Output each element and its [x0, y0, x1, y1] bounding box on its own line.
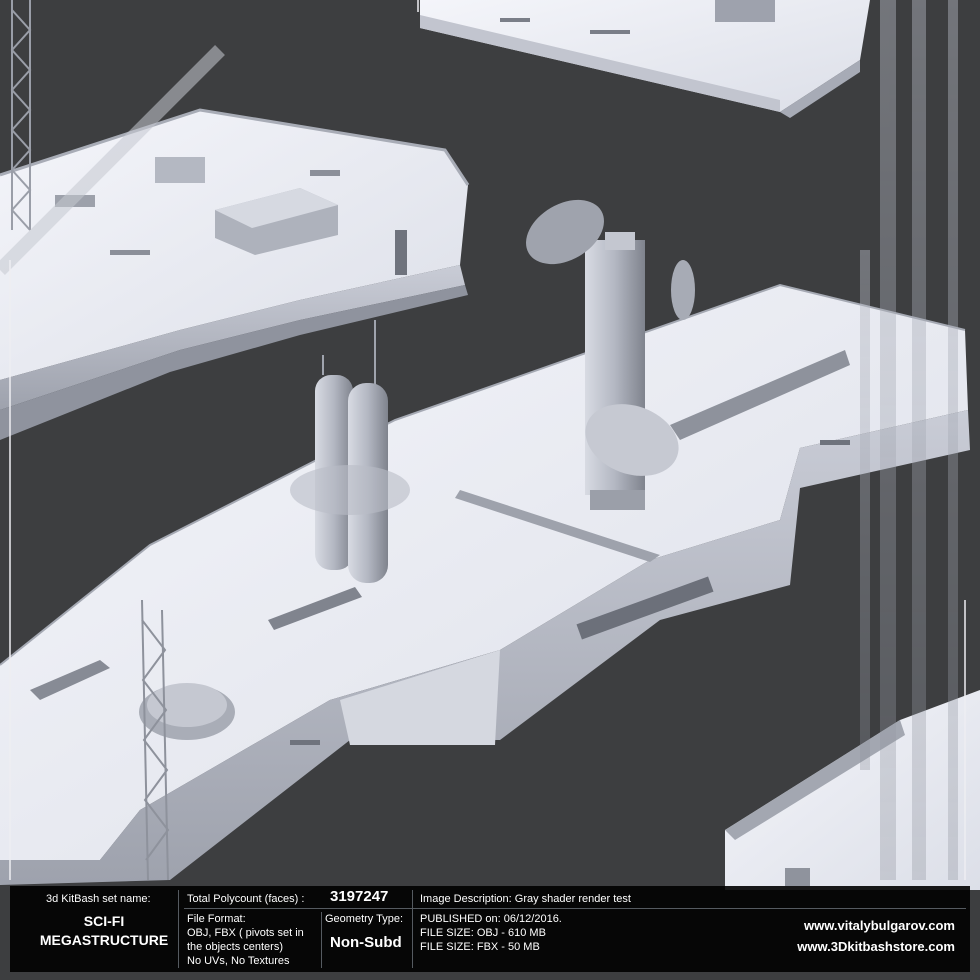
file-format-label: File Format:	[187, 913, 246, 925]
file-format-line1: OBJ, FBX ( pivots set in	[187, 927, 304, 939]
info-bar: 3d KitBash set name: SCI-FI MEGASTRUCTUR…	[10, 886, 970, 972]
image-description: Image Description: Gray shader render te…	[420, 893, 631, 905]
divider	[416, 908, 966, 909]
geometry-value: Non-Subd	[330, 934, 402, 951]
set-name-line1: SCI-FI	[83, 913, 125, 929]
published-date: PUBLISHED on: 06/12/2016.	[420, 913, 562, 925]
divider	[184, 908, 419, 909]
render-scene	[0, 0, 980, 980]
file-format-line2: the objects centers)	[187, 941, 283, 953]
file-format-line3: No UVs, No Textures	[187, 955, 290, 967]
divider	[412, 890, 413, 968]
divider	[178, 890, 179, 968]
geometry-label: Geometry Type:	[325, 913, 404, 925]
divider	[321, 912, 322, 968]
polycount-label: Total Polycount (faces) :	[187, 893, 305, 905]
set-name-label: 3d KitBash set name:	[46, 893, 151, 905]
set-name-line2: MEGASTRUCTURE	[39, 932, 169, 948]
file-size-obj: FILE SIZE: OBJ - 610 MB	[420, 927, 546, 939]
polycount-value: 3197247	[330, 888, 389, 905]
website-link[interactable]: www.3Dkitbashstore.com	[700, 937, 955, 957]
website-link[interactable]: www.vitalybulgarov.com	[700, 916, 955, 936]
file-size-fbx: FILE SIZE: FBX - 50 MB	[420, 941, 540, 953]
